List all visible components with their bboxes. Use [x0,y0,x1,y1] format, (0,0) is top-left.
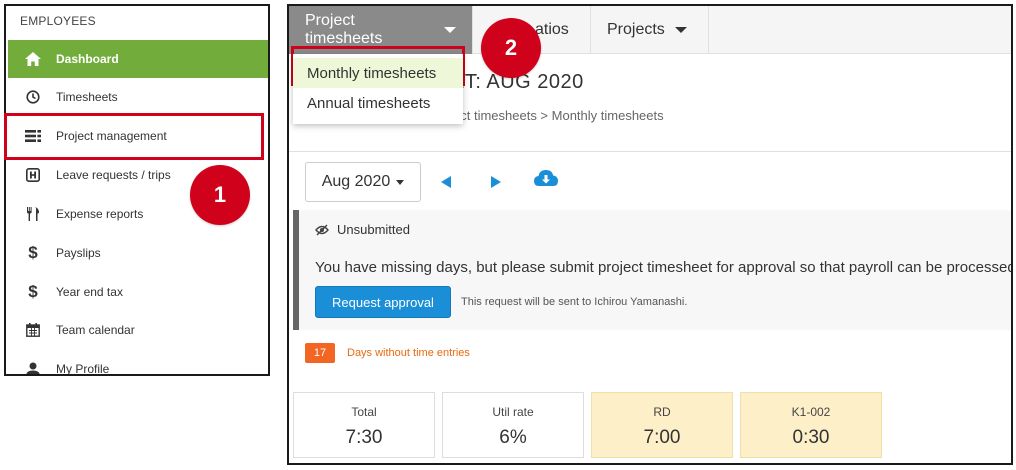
notice-message: You have missing days, but please submit… [315,259,1013,276]
stat-label: Util rate [492,405,534,419]
step-marker-2: 2 [481,18,541,78]
arrow-right-icon [491,176,501,188]
stat-card-total: Total 7:30 [293,392,435,458]
cloud-download-icon [534,170,558,186]
sidebar-heading: EMPLOYEES [20,14,96,28]
sidebar-item-label: Timesheets [56,90,118,104]
menu-item-annual-timesheets[interactable]: Annual timesheets [293,88,463,118]
missing-days-badge: 17 [305,343,335,363]
arrow-left-icon [441,176,451,188]
clock-icon [24,88,42,106]
stat-card-rd: RD 7:00 [591,392,733,458]
month-select[interactable]: Aug 2020 [305,162,421,202]
sidebar-item-label: Dashboard [56,52,119,66]
project-timesheets-dropdown: Monthly timesheets Annual timesheets [293,54,463,124]
dollar-icon: $ [28,282,38,301]
download-button[interactable] [533,168,559,190]
chevron-down-icon [396,179,405,185]
menu-item-monthly-timesheets[interactable]: Monthly timesheets [293,58,463,88]
sidebar-item-team-calendar[interactable]: Team calendar [8,311,268,349]
list-icon [24,127,42,145]
approval-notice: Unsubmitted You have missing days, but p… [293,210,1013,330]
stat-value: 7:00 [643,427,681,448]
next-month-button[interactable] [488,175,504,189]
sidebar-item-label: Project management [56,129,167,143]
sidebar-item-year-end-tax[interactable]: $ Year end tax [8,273,268,311]
main-panel: Project timesheets atios Projects Monthl… [287,4,1013,465]
stat-label: K1-002 [791,405,831,419]
top-navigation: Project timesheets atios Projects [289,6,1011,54]
breadcrumb: ect timesheets > Monthly timesheets [453,108,664,123]
status-line: Unsubmitted [315,222,410,237]
sidebar-item-timesheets[interactable]: Timesheets [8,78,268,116]
step-marker-1: 1 [190,165,250,225]
stat-label: Total [351,405,377,419]
sidebar-item-label: Expense reports [56,207,144,221]
sidebar-item-my-profile[interactable]: My Profile [8,350,268,376]
sidebar-item-payslips[interactable]: $ Payslips [8,234,268,272]
request-note: This request will be sent to Ichirou Yam… [461,296,688,308]
divider [289,151,1011,152]
sidebar-item-label: Payslips [56,246,101,260]
dollar-icon: $ [28,243,38,262]
tab-label: Project timesheets [305,12,383,47]
missing-days-label[interactable]: Days without time entries [347,347,470,359]
user-icon [24,360,42,374]
sidebar-item-dashboard[interactable]: Dashboard [8,40,268,78]
chevron-down-icon [444,27,456,33]
sidebar-item-project-management[interactable]: Project management [8,117,268,155]
sidebar-item-label: Year end tax [56,285,123,299]
eye-slash-icon [315,224,329,236]
sidebar-item-label: Leave requests / trips [56,168,171,182]
tab-projects[interactable]: Projects [591,6,709,54]
previous-month-button[interactable] [438,175,454,189]
home-icon [24,50,42,68]
stat-card-k1-002: K1-002 0:30 [740,392,882,458]
luggage-icon [24,166,42,184]
stat-label: RD [653,405,671,419]
request-approval-button[interactable]: Request approval [315,286,451,318]
status-text: Unsubmitted [337,222,410,237]
tab-project-timesheets[interactable]: Project timesheets [289,6,473,54]
fork-knife-icon [24,205,42,223]
calendar-icon [24,321,42,339]
tab-label: Projects [607,21,665,38]
stat-value: 0:30 [792,427,830,448]
month-select-value: Aug 2020 [321,173,391,190]
stat-card-util-rate: Util rate 6% [442,392,584,458]
tab-label: atios [535,21,569,38]
sidebar-item-label: My Profile [56,362,110,376]
chevron-down-icon [674,27,687,33]
stat-value: 6% [499,427,527,448]
sidebar-item-label: Team calendar [56,323,135,337]
stat-value: 7:30 [345,427,383,448]
